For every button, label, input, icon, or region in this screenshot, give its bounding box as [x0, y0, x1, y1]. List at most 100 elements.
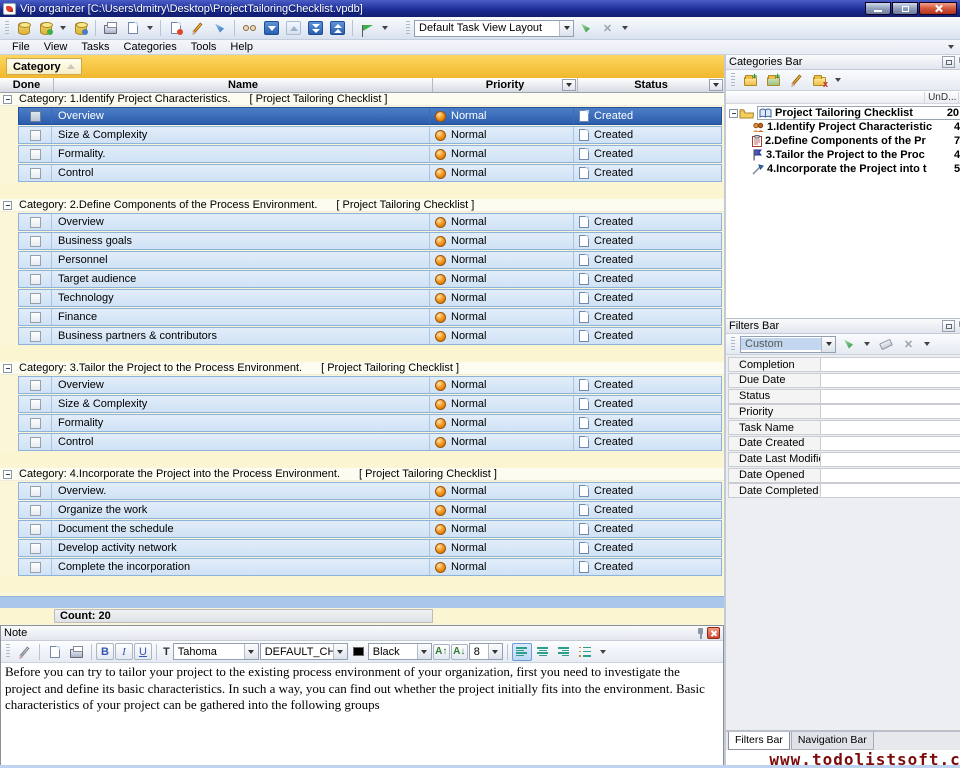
menu-item-view[interactable]: View: [38, 41, 74, 53]
task-row[interactable]: Size & Complexity Normal Created: [18, 395, 722, 413]
close-button[interactable]: [919, 2, 957, 15]
expand-all-button[interactable]: [305, 19, 326, 38]
done-checkbox[interactable]: [30, 274, 41, 285]
collapse-group-icon[interactable]: [3, 470, 12, 479]
save-filter-dropdown-icon[interactable]: [864, 342, 870, 346]
view-button[interactable]: [239, 19, 260, 38]
bullet-list-button[interactable]: [575, 642, 596, 661]
task-row[interactable]: Develop activity network Normal Created: [18, 539, 722, 557]
note-text[interactable]: Before you can try to tailor your projec…: [1, 663, 723, 767]
done-checkbox[interactable]: [30, 293, 41, 304]
remove-filter-button[interactable]: ✕: [898, 335, 919, 354]
task-row[interactable]: Complete the incorporation Normal Create…: [18, 558, 722, 576]
column-header-priority[interactable]: Priority: [433, 78, 578, 92]
task-row[interactable]: Business partners & contributors Normal …: [18, 327, 722, 345]
restore-icon[interactable]: [942, 320, 955, 332]
task-row[interactable]: Finance Normal Created: [18, 308, 722, 326]
horizontal-scrollbar[interactable]: [0, 596, 724, 608]
color-combo[interactable]: Black: [368, 643, 432, 660]
priority-filter-dropdown-icon[interactable]: [562, 79, 576, 91]
underline-button[interactable]: U: [134, 643, 152, 660]
filter-value-field[interactable]: [820, 468, 960, 483]
filter-preset-combo[interactable]: Custom: [740, 336, 836, 353]
delete-layout-button[interactable]: ✕: [597, 19, 618, 38]
menu-item-tools[interactable]: Tools: [185, 41, 223, 53]
status-filter-dropdown-icon[interactable]: [709, 79, 723, 91]
task-row[interactable]: Organize the work Normal Created: [18, 501, 722, 519]
align-left-button[interactable]: [512, 643, 532, 661]
category-group-header[interactable]: Category: 4.Incorporate the Project into…: [0, 468, 724, 481]
move-up-button[interactable]: [283, 19, 304, 38]
filter-value-field[interactable]: [820, 389, 960, 404]
tree-item-root[interactable]: Project Tailoring Checklist 20 20: [726, 106, 960, 120]
done-checkbox[interactable]: [30, 543, 41, 554]
done-checkbox[interactable]: [30, 149, 41, 160]
save-layout-button[interactable]: [575, 19, 596, 38]
minimize-button[interactable]: [865, 2, 891, 15]
column-header-status[interactable]: Status: [578, 78, 724, 92]
note-close-button[interactable]: [707, 627, 720, 639]
column-header-done[interactable]: Done: [0, 78, 54, 92]
task-row[interactable]: Target audience Normal Created: [18, 270, 722, 288]
italic-button[interactable]: I: [115, 643, 133, 660]
filter-value-field[interactable]: [820, 357, 960, 372]
save-filter-button[interactable]: [838, 335, 859, 354]
flag-dropdown-icon[interactable]: [382, 26, 388, 30]
maximize-button[interactable]: [892, 2, 918, 15]
done-checkbox[interactable]: [30, 399, 41, 410]
insert-file-button[interactable]: [44, 642, 65, 661]
tab-filters-bar[interactable]: Filters Bar: [728, 732, 790, 750]
group-by-category-chip[interactable]: Category: [6, 58, 82, 75]
task-row[interactable]: Technology Normal Created: [18, 289, 722, 307]
done-checkbox[interactable]: [30, 236, 41, 247]
open-database-dropdown-icon[interactable]: [60, 26, 66, 30]
charset-combo[interactable]: DEFAULT_CHAR: [260, 643, 348, 660]
done-checkbox[interactable]: [30, 418, 41, 429]
filters-toolbar-overflow-icon[interactable]: [924, 342, 930, 346]
done-checkbox[interactable]: [30, 562, 41, 573]
done-checkbox[interactable]: [30, 217, 41, 228]
done-checkbox[interactable]: [30, 437, 41, 448]
dropdown-arrow-icon[interactable]: [244, 644, 258, 659]
task-row[interactable]: Formality. Normal Created: [18, 145, 722, 163]
task-row[interactable]: Business goals Normal Created: [18, 232, 722, 250]
toolbar-overflow-icon[interactable]: [622, 26, 628, 30]
category-group-header[interactable]: Category: 2.Define Components of the Pro…: [0, 199, 724, 212]
dropdown-arrow-icon[interactable]: [821, 337, 835, 352]
font-decrease-button[interactable]: A↓: [451, 644, 468, 660]
font-increase-button[interactable]: A↑: [433, 644, 450, 660]
edit-note-button[interactable]: [14, 642, 35, 661]
note-toolbar-overflow-icon[interactable]: [600, 650, 606, 654]
filter-value-field[interactable]: [820, 373, 960, 388]
new-database-button[interactable]: [13, 19, 34, 38]
edit-task-button[interactable]: [187, 19, 208, 38]
save-database-button[interactable]: [70, 19, 91, 38]
task-row[interactable]: Formality Normal Created: [18, 414, 722, 432]
menu-item-help[interactable]: Help: [224, 41, 259, 53]
done-checkbox[interactable]: [30, 312, 41, 323]
restore-icon[interactable]: [942, 56, 955, 68]
column-header-name[interactable]: Name: [54, 78, 433, 92]
clear-filter-button[interactable]: [875, 335, 896, 354]
bold-button[interactable]: B: [96, 643, 114, 660]
menu-item-file[interactable]: File: [6, 41, 36, 53]
task-row[interactable]: Personnel Normal Created: [18, 251, 722, 269]
tree-item[interactable]: 4.Incorporate the Project into t 5 5: [726, 162, 960, 176]
done-checkbox[interactable]: [30, 524, 41, 535]
font-combo[interactable]: Tahoma: [173, 643, 259, 660]
collapse-group-icon[interactable]: [3, 364, 12, 373]
pin-icon[interactable]: [696, 628, 705, 639]
collapse-all-button[interactable]: [327, 19, 348, 38]
task-row[interactable]: Overview Normal Created: [18, 376, 722, 394]
filter-value-field[interactable]: [820, 436, 960, 451]
menu-item-tasks[interactable]: Tasks: [75, 41, 115, 53]
tab-navigation-bar[interactable]: Navigation Bar: [791, 732, 874, 750]
menubar-overflow-icon[interactable]: [948, 45, 954, 49]
categories-toolbar-overflow-icon[interactable]: [835, 78, 841, 82]
task-row[interactable]: Overview Normal Created: [18, 107, 722, 125]
layout-combo-dropdown-icon[interactable]: [559, 21, 573, 36]
edit-category-button[interactable]: [786, 71, 807, 90]
align-center-button[interactable]: [533, 643, 553, 661]
filter-value-field[interactable]: [820, 452, 960, 467]
filter-value-field[interactable]: [820, 404, 960, 419]
